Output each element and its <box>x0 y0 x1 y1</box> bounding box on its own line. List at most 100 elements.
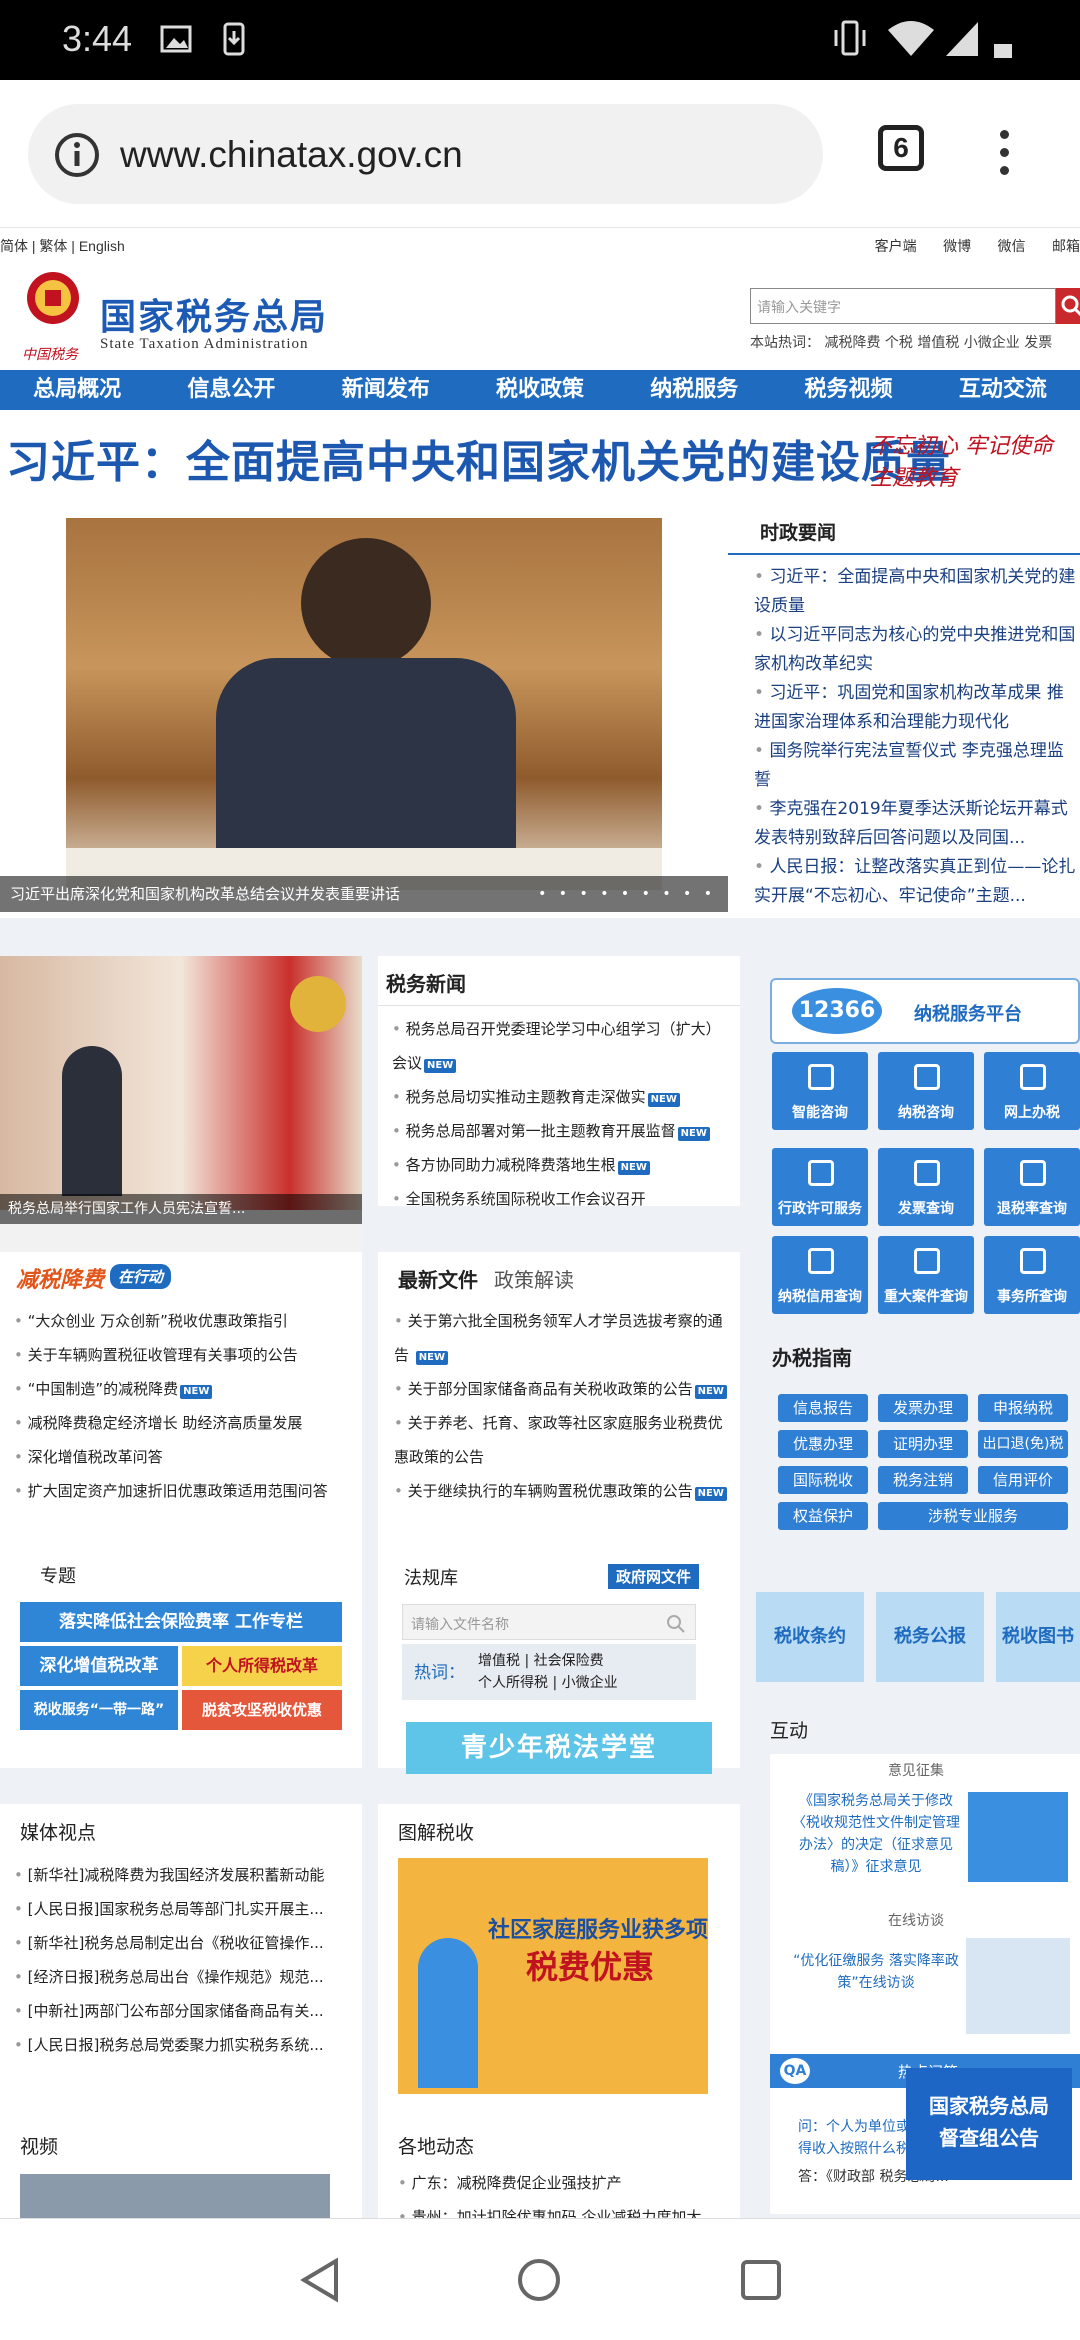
search-icon[interactable] <box>665 1613 687 1635</box>
guide-info-report[interactable]: 信息报告 <box>778 1394 868 1422</box>
law-search-input[interactable]: 请输入文件名称 <box>402 1604 696 1640</box>
list-item[interactable]: [中新社]两部门公布部分国家储备商品有关... <box>14 1994 344 2028</box>
banner-vat-reform[interactable]: 深化增值税改革 <box>20 1646 178 1686</box>
tile-refund-rate[interactable]: 退税率查询 <box>984 1148 1080 1226</box>
wechat-link[interactable]: 微信 <box>998 239 1026 255</box>
banner-belt-road[interactable]: 税收服务“一带一路” <box>20 1690 178 1730</box>
tab-switcher-button[interactable]: 6 <box>878 125 924 171</box>
carousel-caption[interactable]: 习近平出席深化党和国家机构改革总结会议并发表重要讲话 • • • • • • •… <box>0 876 728 912</box>
tax-cut-title[interactable]: 减税降费 <box>16 1262 104 1294</box>
site-search-input[interactable]: 请输入关键字 <box>750 288 1056 324</box>
list-item[interactable]: [新华社]税务总局制定出台《税收征管操作... <box>14 1926 344 1960</box>
overflow-menu-icon[interactable] <box>1000 130 1009 184</box>
guide-deregister[interactable]: 税务注销 <box>878 1466 968 1494</box>
list-item[interactable]: 深化增值税改革问答 <box>14 1440 354 1474</box>
media-title[interactable]: 媒体视点 <box>20 1818 96 1845</box>
menu-item-interaction[interactable]: 互动交流 <box>926 370 1080 410</box>
list-item[interactable]: 税务总局召开党委理论学习中心组学习（扩大）会议NEW <box>392 1012 734 1080</box>
list-item[interactable]: 关于继续执行的车辆购置税优惠政策的公告NEW <box>394 1474 734 1508</box>
interaction-title[interactable]: 互动 <box>770 1716 808 1743</box>
tile-admin-permit[interactable]: 行政许可服务 <box>772 1148 868 1226</box>
video-title[interactable]: 视频 <box>20 2132 58 2159</box>
guide-export-refund[interactable]: 出口退(免)税 <box>978 1430 1068 1458</box>
language-links[interactable]: 简体 | 繁体 | English <box>0 236 125 256</box>
supervision-popup[interactable]: 国家税务总局 督查组公告 <box>906 2068 1072 2180</box>
list-item[interactable]: 习近平：全面提高中央和国家机关党的建设质量 <box>754 563 1080 621</box>
headline[interactable]: 习近平：全面提高中央和国家机关党的建设质量 <box>6 426 951 490</box>
tile-invoice-query[interactable]: 发票查询 <box>878 1148 974 1226</box>
service-platform-banner[interactable]: 12366 纳税服务平台 <box>770 978 1080 1044</box>
banner-tax-bulletin[interactable]: 税务公报 <box>876 1592 984 1682</box>
interview-link[interactable]: “优化征缴服务 落实降率政策”在线访谈 <box>786 1950 966 1994</box>
special-title[interactable]: 专题 <box>40 1562 76 1588</box>
list-item[interactable]: 以习近平同志为核心的党中央推进党和国家机构改革纪实 <box>754 621 1080 679</box>
banner-tax-books[interactable]: 税收图书 <box>996 1592 1080 1682</box>
recents-icon[interactable] <box>740 2259 782 2301</box>
address-bar[interactable]: www.chinatax.gov.cn <box>28 104 823 204</box>
menu-item-news[interactable]: 新闻发布 <box>309 370 463 410</box>
client-link[interactable]: 客户端 <box>875 239 917 255</box>
carousel-dots[interactable]: • • • • • • • • • <box>538 876 716 912</box>
guide-rights[interactable]: 权益保护 <box>778 1502 868 1530</box>
consult-link[interactable]: 《国家税务总局关于修改〈税收规范性文件制定管理办法〉的决定（征求意见稿）》征求意… <box>786 1790 966 1878</box>
tile-online-tax[interactable]: 网上办税 <box>984 1052 1080 1130</box>
tile-case-query[interactable]: 重大案件查询 <box>878 1236 974 1314</box>
list-item[interactable]: [经济日报]税务总局出台《操作规范》规范... <box>14 1960 344 1994</box>
banner-poverty[interactable]: 脱贫攻坚税收优惠 <box>182 1690 342 1730</box>
menu-item-service[interactable]: 纳税服务 <box>617 370 771 410</box>
list-item[interactable]: [新华社]减税降费为我国经济发展积蓄新动能 <box>14 1858 344 1892</box>
list-item[interactable]: 习近平：巩固党和国家机构改革成果 推进国家治理体系和治理能力现代化 <box>754 679 1080 737</box>
banner-insurance[interactable]: 落实降低社会保险费率 工作专栏 <box>20 1602 342 1642</box>
youth-tax-banner[interactable]: 青少年税法学堂 <box>406 1722 712 1774</box>
list-item[interactable]: [人民日报]国家税务总局等部门扎实开展主... <box>14 1892 344 1926</box>
list-item[interactable]: 人民日报：让整改落实真正到位——论扎实开展“不忘初心、牢记使命”主题... <box>754 853 1080 911</box>
list-item[interactable]: 各方协同助力减税降费落地生根NEW <box>392 1148 734 1182</box>
news-photo-caption[interactable]: 税务总局举行国家工作人员宪法宣誓... <box>0 1194 362 1224</box>
hot-keywords[interactable]: 本站热词： 减税降费 个税 增值税 小微企业 发票 <box>750 332 1052 352</box>
list-item[interactable]: 李克强在2019年夏季达沃斯论坛开幕式发表特别致辞后回答问题以及同国... <box>754 795 1080 853</box>
list-item[interactable]: [人民日报]税务总局党委聚力抓实税务系统... <box>14 2028 344 2062</box>
list-item[interactable]: 贵州：加计扣除优惠加码 企业减税力度加大 <box>398 2200 728 2218</box>
weibo-link[interactable]: 微博 <box>943 239 971 255</box>
gov-docs-badge[interactable]: 政府网文件 <box>608 1564 700 1589</box>
url-text[interactable]: www.chinatax.gov.cn <box>120 134 463 176</box>
guide-preference[interactable]: 优惠办理 <box>778 1430 868 1458</box>
banner-income-tax[interactable]: 个人所得税改革 <box>182 1646 342 1686</box>
tab-latest-docs[interactable]: 最新文件 <box>398 1264 478 1293</box>
mail-link[interactable]: 邮箱 <box>1052 239 1080 255</box>
site-title[interactable]: 国家税务总局 <box>100 288 328 340</box>
list-item[interactable]: 关于部分国家储备商品有关税收政策的公告NEW <box>394 1372 734 1406</box>
list-item[interactable]: “大众创业 万众创新”税收优惠政策指引 <box>14 1304 354 1338</box>
slogan-banner[interactable]: 不忘初心 牢记使命 主题教育 <box>870 428 1080 492</box>
list-item[interactable]: 全国税务系统国际税收工作会议召开 <box>392 1182 734 1216</box>
list-item[interactable]: 广东：减税降费促企业强技扩产 <box>398 2166 728 2200</box>
tile-credit-query[interactable]: 纳税信用查询 <box>772 1236 868 1314</box>
list-item[interactable]: “中国制造”的减税降费NEW <box>14 1372 354 1406</box>
politics-title[interactable]: 时政要闻 <box>728 518 1080 555</box>
infographic-image[interactable]: 社区家庭服务业获多项 税费优惠 <box>398 1858 708 2094</box>
tax-news-title[interactable]: 税务新闻 <box>378 956 740 1006</box>
list-item[interactable]: 税务总局切实推动主题教育走深做实NEW <box>392 1080 734 1114</box>
guide-declare[interactable]: 申报纳税 <box>978 1394 1068 1422</box>
guide-title[interactable]: 办税指南 <box>772 1342 852 1371</box>
news-photo[interactable] <box>0 956 362 1210</box>
menu-item-overview[interactable]: 总局概况 <box>0 370 154 410</box>
list-item[interactable]: 减税降费稳定经济增长 助经济高质量发展 <box>14 1406 354 1440</box>
list-item[interactable]: 关于第六批全国税务领军人才学员选拔考察的通告 NEW <box>394 1304 734 1372</box>
guide-certificate[interactable]: 证明办理 <box>878 1430 968 1458</box>
guide-international[interactable]: 国际税收 <box>778 1466 868 1494</box>
menu-item-policy[interactable]: 税收政策 <box>463 370 617 410</box>
site-info-icon[interactable] <box>54 132 100 178</box>
list-item[interactable]: 扩大固定资产加速折旧优惠政策适用范围问答 <box>14 1474 354 1508</box>
list-item[interactable]: 关于养老、托育、家政等社区家庭服务业税费优惠政策的公告 <box>394 1406 734 1474</box>
search-button[interactable] <box>1056 288 1080 324</box>
list-item[interactable]: 税务总局部署对第一批主题教育开展监督NEW <box>392 1114 734 1148</box>
tile-tax-consult[interactable]: 纳税咨询 <box>878 1052 974 1130</box>
law-title[interactable]: 法规库 <box>404 1564 458 1590</box>
menu-item-video[interactable]: 税务视频 <box>771 370 925 410</box>
video-thumbnail[interactable] <box>20 2174 330 2218</box>
menu-item-info[interactable]: 信息公开 <box>154 370 308 410</box>
back-icon[interactable] <box>298 2257 342 2303</box>
home-icon[interactable] <box>516 2257 562 2303</box>
guide-professional[interactable]: 涉税专业服务 <box>878 1502 1068 1530</box>
